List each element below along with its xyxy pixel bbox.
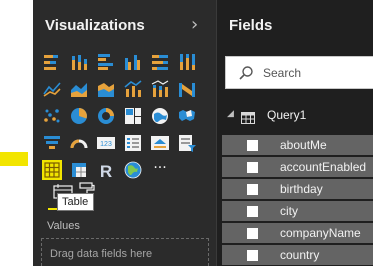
ribbon-chart-icon[interactable] <box>177 79 197 99</box>
100-stacked-bar-icon[interactable] <box>150 52 170 72</box>
field-name: accountEnabled <box>280 160 367 174</box>
fields-title: Fields <box>229 17 273 34</box>
expand-arrow-icon[interactable]: ◢ <box>227 109 234 119</box>
field-checkbox[interactable] <box>247 250 258 261</box>
table-node-icon <box>241 109 255 128</box>
table-tooltip: Table <box>57 193 94 211</box>
field-name: birthday <box>280 182 323 196</box>
multi-row-card-icon[interactable] <box>123 133 143 153</box>
field-checkbox[interactable] <box>247 228 258 239</box>
card-icon-text: 123 <box>100 141 112 148</box>
clustered-bar-icon[interactable] <box>96 52 116 72</box>
field-name: country <box>280 248 320 262</box>
slicer-icon[interactable] <box>177 133 197 153</box>
funnel-icon[interactable] <box>42 133 62 153</box>
stacked-bar-icon[interactable] <box>42 52 62 72</box>
collapse-chevron-icon[interactable]: › <box>191 16 198 34</box>
field-item[interactable]: accountEnabled <box>222 157 373 177</box>
r-script-glyph: R <box>100 162 112 180</box>
values-drop-zone[interactable]: Drag data fields here <box>41 238 209 266</box>
app-root: Visualizations › 123 R ··· Table Values … <box>0 0 373 266</box>
filled-map-icon[interactable] <box>177 106 197 126</box>
field-item[interactable]: city <box>222 201 373 221</box>
map-icon[interactable] <box>150 106 170 126</box>
field-checkbox[interactable] <box>247 184 258 195</box>
field-item[interactable]: aboutMe <box>222 135 373 155</box>
matrix-icon[interactable] <box>69 160 89 180</box>
visualizations-title: Visualizations <box>45 17 145 34</box>
query-table-name: Query1 <box>267 108 307 122</box>
field-name: city <box>280 204 298 218</box>
more-glyph: ··· <box>153 160 167 176</box>
visualizations-header: Visualizations › <box>33 0 216 50</box>
fields-pane: Fields Search ◢ Query1 aboutMe accountEna… <box>216 0 373 266</box>
line-chart-icon[interactable] <box>42 79 62 99</box>
treemap-icon[interactable] <box>123 106 143 126</box>
field-checkbox[interactable] <box>247 140 258 151</box>
table-icon[interactable] <box>42 160 62 180</box>
100-stacked-column-icon[interactable] <box>177 52 197 72</box>
search-icon <box>238 65 254 85</box>
r-script-icon[interactable]: R <box>96 160 116 180</box>
field-checkbox[interactable] <box>247 206 258 217</box>
scatter-chart-icon[interactable] <box>42 106 62 126</box>
field-name: aboutMe <box>280 138 327 152</box>
donut-chart-icon[interactable] <box>96 106 116 126</box>
highlight-marker <box>0 152 28 166</box>
field-item[interactable]: birthday <box>222 179 373 199</box>
more-icon[interactable]: ··· <box>150 160 170 180</box>
globe-icon[interactable] <box>123 160 143 180</box>
visualizations-pane: Visualizations › 123 R ··· Table Values … <box>33 0 216 266</box>
drop-placeholder: Drag data fields here <box>50 248 153 260</box>
stacked-area-icon[interactable] <box>96 79 116 99</box>
stacked-column-icon[interactable] <box>69 52 89 72</box>
field-checkbox[interactable] <box>247 162 258 173</box>
clustered-column-icon[interactable] <box>123 52 143 72</box>
search-placeholder: Search <box>263 66 302 80</box>
area-chart-icon[interactable] <box>69 79 89 99</box>
card-icon[interactable]: 123 <box>96 133 116 153</box>
pie-chart-icon[interactable] <box>69 106 89 126</box>
kpi-icon[interactable] <box>150 133 170 153</box>
query-table-node[interactable]: ◢ Query1 <box>217 104 373 128</box>
values-label: Values <box>47 220 80 232</box>
field-name: companyName <box>280 226 361 240</box>
field-item[interactable]: country <box>222 245 373 265</box>
gauge-icon[interactable] <box>69 133 89 153</box>
search-input[interactable]: Search <box>225 56 373 89</box>
field-item[interactable]: companyName <box>222 223 373 243</box>
line-column-icon[interactable] <box>123 79 143 99</box>
line-stacked-column-icon[interactable] <box>150 79 170 99</box>
